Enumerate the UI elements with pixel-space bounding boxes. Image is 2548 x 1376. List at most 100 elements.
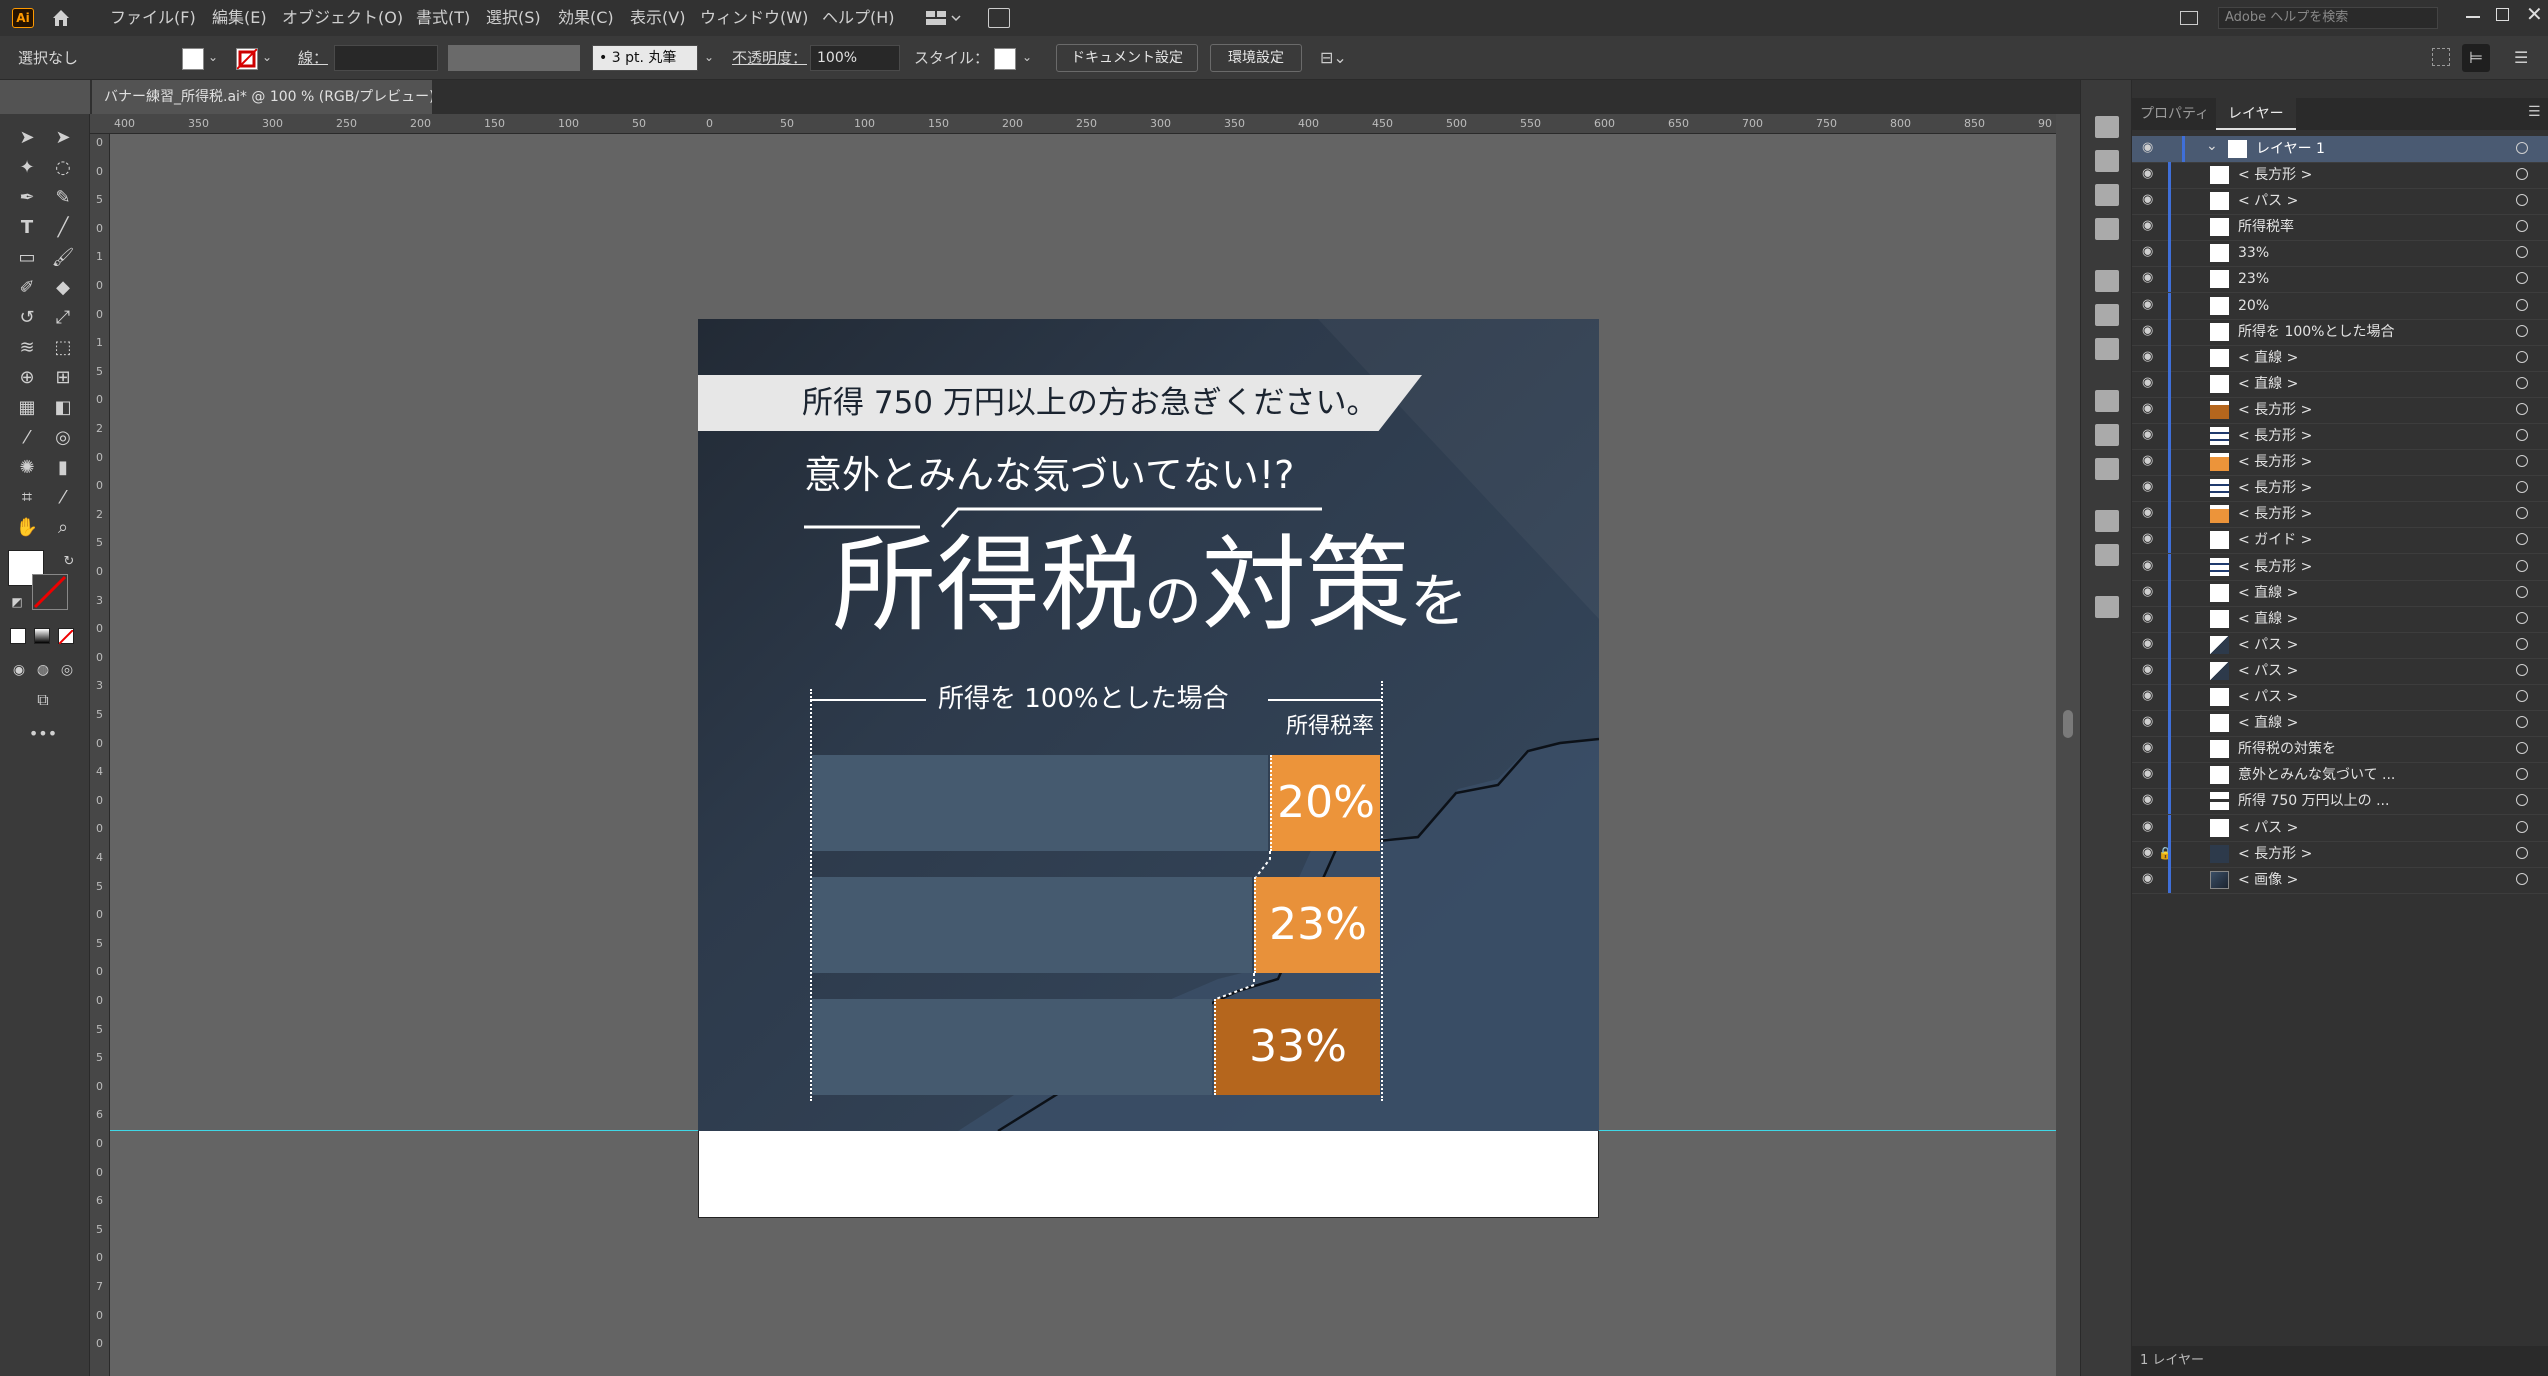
eye-icon[interactable]: ◉ [2142, 637, 2158, 650]
transform-panel-icon[interactable] [2095, 510, 2119, 532]
more-tools-icon[interactable]: ••• [28, 720, 58, 748]
eye-icon[interactable]: ◉ [2142, 611, 2158, 624]
line-tool-icon[interactable]: ╱ [48, 214, 78, 242]
object-name[interactable]: < 直線 > [2238, 580, 2298, 606]
object-name[interactable]: 33% [2238, 240, 2269, 266]
eye-icon[interactable]: ◉ [2142, 219, 2158, 232]
eye-icon[interactable]: ◉ [2142, 793, 2158, 806]
document-tab[interactable]: バナー練習_所得税.ai* @ 100 % (RGB/プレビュー)✕ [92, 80, 432, 114]
shape-builder-tool-icon[interactable]: ⊕ [12, 364, 42, 392]
appearance-panel-icon[interactable] [2095, 390, 2119, 412]
eye-icon[interactable]: ◉ [2142, 767, 2158, 780]
home-icon[interactable] [50, 8, 72, 28]
selection-tool-icon[interactable]: ➤ [12, 124, 42, 152]
layer-item-row[interactable]: ◉ < 画像 > [2132, 866, 2548, 894]
eye-icon[interactable]: ◉ [2142, 663, 2158, 676]
document-settings-button[interactable]: ドキュメント設定 [1056, 44, 1198, 72]
target-icon[interactable] [2516, 142, 2528, 154]
layer-item-row[interactable]: ◉ < パス > [2132, 684, 2548, 711]
blend-tool-icon[interactable]: ◎ [48, 424, 78, 452]
asset-export-panel-icon[interactable] [2095, 458, 2119, 480]
minimize-icon[interactable] [2466, 16, 2480, 18]
gradient-mode-icon[interactable] [34, 628, 50, 644]
stroke-swatch[interactable] [236, 48, 258, 70]
object-name[interactable]: < 長方形 > [2238, 397, 2312, 423]
symbol-sprayer-tool-icon[interactable]: ✺ [12, 454, 42, 482]
eye-icon[interactable]: ◉ [2142, 271, 2158, 284]
object-name[interactable]: < パス > [2238, 188, 2298, 214]
pathfinder-panel-icon[interactable] [2095, 544, 2119, 566]
target-icon[interactable] [2516, 637, 2528, 650]
eye-icon[interactable]: ◉ [2142, 689, 2158, 702]
layer-item-row[interactable]: ◉ < パス > [2132, 657, 2548, 685]
chevron-down-icon[interactable]: ⌄ [262, 50, 272, 64]
graph-tool-icon[interactable]: ▮ [48, 454, 78, 482]
expand-chevron-icon[interactable]: ⌄ [2206, 138, 2218, 154]
target-icon[interactable] [2516, 481, 2528, 494]
eye-icon[interactable]: ◉ [2142, 532, 2158, 545]
target-icon[interactable] [2516, 690, 2528, 702]
object-name[interactable]: < 長方形 > [2238, 841, 2312, 867]
chevron-down-icon[interactable]: ⌄ [704, 50, 714, 64]
layer-item-row[interactable]: ◉ < 長方形 > [2132, 396, 2548, 424]
object-name[interactable]: < パス > [2238, 632, 2298, 658]
eye-icon[interactable]: ◉ [2142, 846, 2158, 859]
target-icon[interactable] [2516, 716, 2528, 729]
layer-item-row[interactable]: ◉ < 長方形 > [2132, 475, 2548, 503]
layer-item-row[interactable]: ◉ < パス > [2132, 188, 2548, 216]
variable-width-field[interactable] [448, 45, 580, 71]
shaper-tool-icon[interactable]: ✐ [12, 274, 42, 302]
preferences-button[interactable]: 環境設定 [1210, 44, 1302, 72]
scale-tool-icon[interactable]: ⤢ [48, 304, 78, 332]
eye-icon[interactable]: ◉ [2142, 167, 2158, 180]
eye-icon[interactable]: ◉ [2142, 741, 2158, 754]
menu-window[interactable]: ウィンドウ(W) [700, 0, 808, 36]
target-icon[interactable] [2516, 298, 2528, 311]
layer-item-row[interactable]: ◉ 所得を 100%とした場合 [2132, 318, 2548, 346]
slice-tool-icon[interactable]: ⁄ [48, 484, 78, 512]
close-icon[interactable]: ✕ [2526, 4, 2544, 24]
target-icon[interactable] [2516, 507, 2528, 520]
style-swatch[interactable] [994, 48, 1016, 70]
menu-object[interactable]: オブジェクト(O) [282, 0, 403, 36]
menu-lines-icon[interactable]: ☰ [2514, 48, 2534, 68]
object-name[interactable]: 23% [2238, 266, 2269, 292]
brushes-panel-icon[interactable] [2095, 184, 2119, 206]
object-name[interactable]: < 画像 > [2238, 867, 2298, 893]
target-icon[interactable] [2516, 402, 2528, 415]
swatches-panel-icon[interactable] [2095, 150, 2119, 172]
menu-effect[interactable]: 効果(C) [558, 0, 614, 36]
eraser-tool-icon[interactable]: ◆ [48, 274, 78, 302]
direct-selection-tool-icon[interactable]: ➤ [48, 124, 78, 152]
layer-item-row[interactable]: ◉ < 直線 > [2132, 710, 2548, 738]
layer-item-row[interactable]: ◉ < 直線 > [2132, 370, 2548, 398]
menu-file[interactable]: ファイル(F) [110, 0, 196, 36]
target-icon[interactable] [2516, 768, 2528, 781]
object-name[interactable]: < 直線 > [2238, 606, 2298, 632]
object-name[interactable]: 所得 750 万円以上の ... [2238, 788, 2389, 814]
target-icon[interactable] [2516, 794, 2528, 807]
layer-item-row[interactable]: ◉ < 長方形 > [2132, 162, 2548, 189]
color-panel-icon[interactable] [2095, 116, 2119, 138]
share-icon[interactable] [988, 8, 1010, 28]
target-icon[interactable] [2516, 559, 2528, 572]
layer-item-row[interactable]: ◉ < 直線 > [2132, 579, 2548, 607]
pen-tool-icon[interactable]: ✒ [12, 184, 42, 212]
chevron-down-icon[interactable]: ⌄ [208, 50, 218, 64]
object-name[interactable]: < 直線 > [2238, 710, 2298, 736]
layer-item-row[interactable]: ◉ < 直線 > [2132, 344, 2548, 372]
mesh-tool-icon[interactable]: ▦ [12, 394, 42, 422]
help-search-input[interactable]: Adobe ヘルプを検索 [2218, 7, 2438, 29]
opacity-label[interactable]: 不透明度： [732, 36, 807, 80]
draw-inside-icon[interactable]: ◎ [52, 656, 82, 684]
layer-item-row[interactable]: ◉ 所得税率 [2132, 214, 2548, 242]
layer-item-row[interactable]: ◉ 所得税の対策を [2132, 736, 2548, 764]
target-icon[interactable] [2516, 168, 2528, 180]
object-name[interactable]: 20% [2238, 293, 2269, 319]
stroke-color-box[interactable] [32, 574, 68, 610]
target-icon[interactable] [2516, 533, 2528, 546]
layer-item-row[interactable]: ◉ 20% [2132, 292, 2548, 320]
layer-row[interactable]: ◉ ⌄ レイヤー 1 [2132, 136, 2548, 163]
eye-icon[interactable]: ◉ [2142, 298, 2158, 311]
layer-name[interactable]: レイヤー 1 [2256, 136, 2325, 162]
